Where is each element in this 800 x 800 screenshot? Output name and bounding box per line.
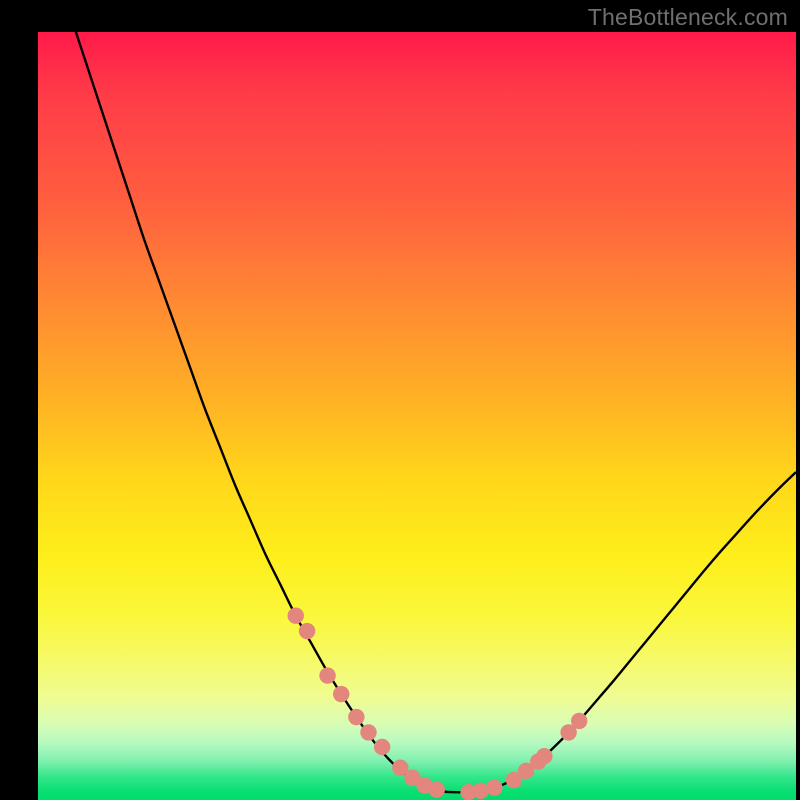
curve-layer (38, 32, 796, 800)
data-point (319, 667, 335, 683)
data-point (348, 709, 364, 725)
data-point (374, 739, 390, 755)
data-points-group (288, 607, 588, 800)
plot-window (38, 32, 796, 800)
data-point (299, 623, 315, 639)
bottleneck-curve (68, 32, 796, 792)
data-point (360, 724, 376, 740)
data-point (536, 748, 552, 764)
data-point (472, 783, 488, 799)
data-point (288, 607, 304, 623)
data-point (429, 781, 445, 797)
chart-frame: TheBottleneck.com (0, 0, 800, 800)
data-point (486, 780, 502, 796)
data-point (333, 686, 349, 702)
watermark-text: TheBottleneck.com (588, 4, 788, 31)
data-point (571, 713, 587, 729)
